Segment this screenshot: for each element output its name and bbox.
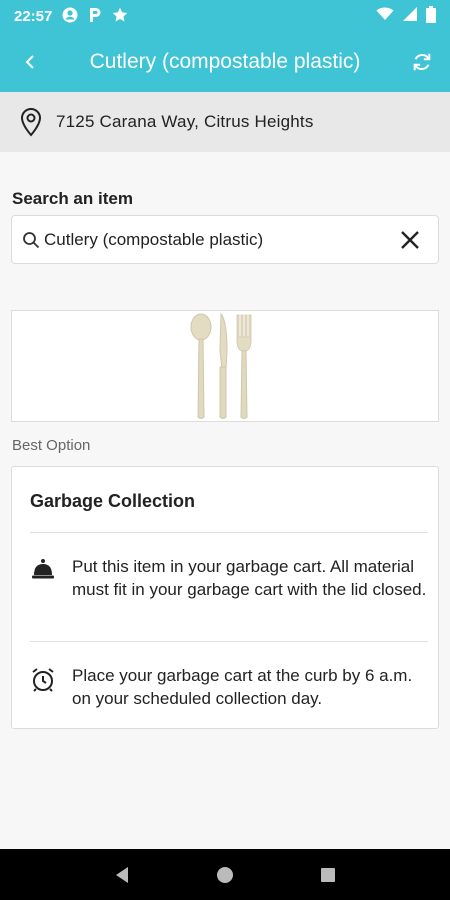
wifi-icon — [376, 7, 394, 25]
divider — [30, 532, 428, 533]
nav-back-button[interactable] — [102, 855, 142, 895]
search-input[interactable] — [42, 229, 382, 250]
square-recents-icon — [321, 867, 336, 882]
status-left: 22:57 — [14, 7, 128, 26]
alarm-clock-icon — [30, 664, 72, 710]
page-title: Cutlery (compostable plastic) — [89, 50, 361, 73]
location-address: 7125 Carana Way, Citrus Heights — [56, 112, 314, 131]
account-icon — [62, 7, 78, 26]
triangle-back-icon — [115, 866, 128, 883]
location-bar[interactable]: 7125 Carana Way, Citrus Heights — [0, 92, 450, 152]
refresh-button[interactable] — [394, 32, 450, 92]
search-icon — [20, 229, 42, 251]
star-icon — [112, 7, 128, 26]
back-button[interactable] — [0, 32, 60, 92]
nav-home-button[interactable] — [205, 855, 245, 895]
clear-search-button[interactable] — [382, 216, 438, 263]
search-box — [11, 215, 439, 264]
best-option-label: Best Option — [12, 437, 91, 454]
divider — [30, 641, 428, 642]
battery-icon — [426, 5, 436, 27]
instruction-text: Place your garbage cart at the curb by 6… — [72, 666, 413, 708]
disposal-option-card: Garbage Collection Put this item in your… — [11, 466, 439, 729]
instruction-item: Put this item in your garbage cart. All … — [30, 555, 428, 601]
bell-icon — [30, 555, 72, 601]
system-nav-bar — [0, 849, 450, 900]
instruction-text: Put this item in your garbage cart. All … — [72, 557, 427, 599]
nav-recents-button[interactable] — [308, 855, 348, 895]
cutlery-image — [190, 312, 252, 419]
refresh-icon — [413, 53, 431, 71]
item-image — [11, 310, 439, 422]
location-pin-icon — [18, 107, 44, 137]
status-bar: 22:57 — [0, 0, 450, 32]
signal-icon — [402, 6, 418, 26]
status-right — [376, 5, 436, 27]
app-bar: Cutlery (compostable plastic) — [0, 32, 450, 92]
option-title: Garbage Collection — [30, 491, 196, 511]
search-label: Search an item — [12, 189, 133, 208]
instruction-item: Place your garbage cart at the curb by 6… — [30, 664, 428, 710]
close-icon — [401, 230, 419, 249]
parking-icon — [88, 7, 102, 26]
chevron-left-icon — [25, 55, 34, 69]
circle-home-icon — [216, 866, 233, 883]
status-time: 22:57 — [14, 7, 53, 25]
